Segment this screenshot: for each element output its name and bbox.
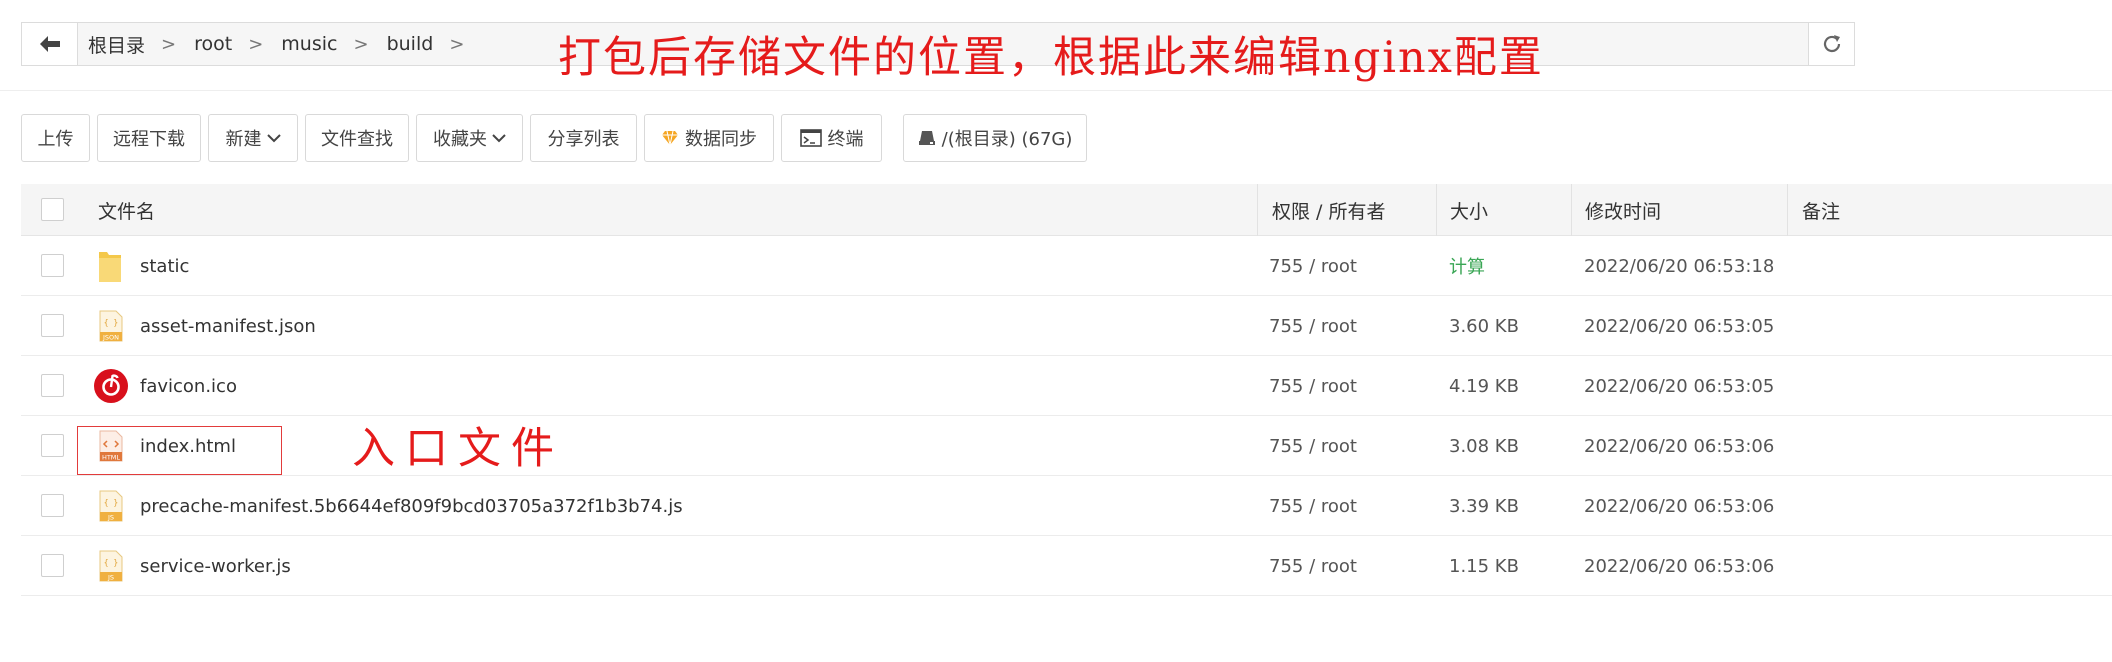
table-row[interactable]: HTML index.html 755 / root 3.08 KB 2022/…: [21, 416, 2112, 476]
file-size: 1.15 KB: [1449, 555, 1519, 577]
js-badge: JS: [107, 574, 114, 582]
header-permission[interactable]: 权限 / 所有者: [1257, 184, 1385, 236]
refresh-button[interactable]: [1808, 23, 1854, 65]
file-name[interactable]: static: [140, 236, 189, 296]
divider: [0, 90, 2112, 91]
toolbar: 上传 远程下载 新建 文件查找 收藏夹 分享列表 数据同步 终端 /(根目录) …: [21, 114, 1094, 162]
row-checkbox[interactable]: [41, 374, 64, 397]
back-button[interactable]: [22, 23, 78, 65]
js-file-icon: { } JS: [99, 476, 123, 536]
share-list-label: 分享列表: [547, 129, 620, 150]
svg-text:{ }: { }: [104, 318, 118, 327]
js-file-icon: { } JS: [99, 536, 123, 596]
breadcrumb-item-root-dir[interactable]: 根目录: [88, 31, 145, 58]
entry-annotation: 入口文件: [352, 424, 564, 474]
highlight-box: [77, 426, 282, 475]
file-permission[interactable]: 755 / root: [1269, 296, 1357, 356]
file-search-label: 文件查找: [321, 129, 393, 150]
header-note[interactable]: 备注: [1787, 184, 1840, 236]
path-bar: 根目录 > root > music > build > 打包后存储文件的位置，…: [21, 22, 1855, 80]
chevron-down-icon: [492, 134, 506, 143]
file-size: 3.60 KB: [1449, 315, 1519, 337]
chevron-right-icon: >: [248, 33, 264, 55]
file-mtime: 2022/06/20 06:53:06: [1584, 495, 1775, 517]
upload-label: 上传: [37, 129, 74, 150]
json-badge: JSON: [102, 334, 119, 342]
breadcrumb-item-music[interactable]: music: [281, 33, 337, 55]
file-size-calc-link[interactable]: 计算: [1449, 236, 1485, 296]
row-checkbox[interactable]: [41, 434, 64, 457]
file-mtime: 2022/06/20 06:53:06: [1584, 555, 1775, 577]
disk-icon: [918, 130, 936, 146]
breadcrumb-item-root[interactable]: root: [194, 33, 232, 55]
row-checkbox[interactable]: [41, 554, 64, 577]
row-checkbox[interactable]: [41, 494, 64, 517]
file-mtime: 2022/06/20 06:53:18: [1584, 255, 1775, 277]
disk-button[interactable]: /(根目录) (67G): [903, 114, 1087, 162]
file-size: 4.19 KB: [1449, 375, 1519, 397]
table-row[interactable]: { } JSON asset-manifest.json 755 / root …: [21, 296, 2112, 356]
remote-download-label: 远程下载: [113, 129, 185, 150]
header-size[interactable]: 大小: [1436, 184, 1488, 236]
svg-text:{ }: { }: [104, 558, 118, 567]
new-button[interactable]: 新建: [208, 114, 298, 162]
share-list-button[interactable]: 分享列表: [530, 114, 637, 162]
breadcrumb: 根目录 > root > music > build > 打包后存储文件的位置，…: [78, 23, 1808, 80]
row-checkbox[interactable]: [41, 314, 64, 337]
svg-text:{ }: { }: [104, 498, 118, 507]
data-sync-button[interactable]: 数据同步: [644, 114, 774, 162]
file-permission[interactable]: 755 / root: [1269, 236, 1357, 296]
table-row[interactable]: static 755 / root 计算 2022/06/20 06:53:18: [21, 236, 2112, 296]
table-row[interactable]: favicon.ico 755 / root 4.19 KB 2022/06/2…: [21, 356, 2112, 416]
path-annotation: 打包后存储文件的位置，根据此来编辑nginx配置: [558, 33, 1544, 83]
remote-download-button[interactable]: 远程下载: [97, 114, 201, 162]
file-permission[interactable]: 755 / root: [1269, 476, 1357, 536]
file-size: 3.08 KB: [1449, 435, 1519, 457]
data-sync-label: 数据同步: [685, 129, 757, 150]
favorites-button[interactable]: 收藏夹: [416, 114, 523, 162]
file-mtime: 2022/06/20 06:53:06: [1584, 435, 1775, 457]
diamond-icon: [661, 130, 679, 146]
file-permission[interactable]: 755 / root: [1269, 416, 1357, 476]
header-filename[interactable]: 文件名: [98, 184, 155, 236]
disk-label: /(根目录) (67G): [941, 129, 1073, 150]
file-permission[interactable]: 755 / root: [1269, 356, 1357, 416]
favorites-label: 收藏夹: [433, 129, 487, 150]
table-row[interactable]: { } JS precache-manifest.5b6644ef809f9bc…: [21, 476, 2112, 536]
arrow-left-icon: [39, 36, 60, 52]
file-mtime: 2022/06/20 06:53:05: [1584, 315, 1775, 337]
chevron-right-icon: >: [161, 33, 177, 55]
select-all-checkbox[interactable]: [41, 198, 64, 221]
terminal-label: 终端: [827, 129, 864, 150]
new-label: 新建: [225, 129, 262, 150]
file-search-button[interactable]: 文件查找: [305, 114, 409, 162]
chevron-down-icon: [266, 134, 281, 143]
table-row[interactable]: { } JS service-worker.js 755 / root 1.15…: [21, 536, 2112, 596]
table-header: 文件名 权限 / 所有者 大小 修改时间 备注: [21, 184, 2112, 236]
json-file-icon: { } JSON: [99, 296, 123, 356]
file-name[interactable]: precache-manifest.5b6644ef809f9bcd03705a…: [140, 476, 683, 536]
terminal-icon: [799, 129, 822, 147]
terminal-button[interactable]: 终端: [781, 114, 882, 162]
js-badge: JS: [107, 514, 114, 522]
upload-button[interactable]: 上传: [21, 114, 90, 162]
chevron-right-icon: >: [449, 33, 465, 55]
breadcrumb-item-build[interactable]: build: [387, 33, 434, 55]
refresh-icon: [1823, 35, 1840, 53]
folder-icon: [97, 236, 123, 296]
netease-music-icon: [94, 356, 128, 416]
file-size: 3.39 KB: [1449, 495, 1519, 517]
file-name[interactable]: asset-manifest.json: [140, 296, 316, 356]
file-name[interactable]: favicon.ico: [140, 356, 237, 416]
file-name[interactable]: service-worker.js: [140, 536, 291, 596]
file-permission[interactable]: 755 / root: [1269, 536, 1357, 596]
file-mtime: 2022/06/20 06:53:05: [1584, 375, 1775, 397]
header-modified-time[interactable]: 修改时间: [1571, 184, 1661, 236]
chevron-right-icon: >: [353, 33, 369, 55]
row-checkbox[interactable]: [41, 254, 64, 277]
